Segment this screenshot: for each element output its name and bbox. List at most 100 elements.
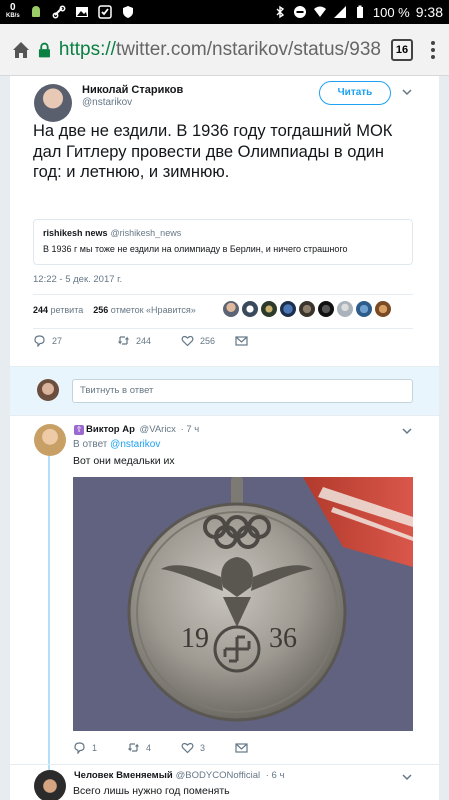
- retweet-count: 244: [136, 335, 152, 346]
- avatar[interactable]: [261, 301, 277, 317]
- clock: 9:38: [415, 4, 443, 20]
- next-author-handle[interactable]: @BODYCONofficial: [176, 770, 260, 781]
- author-name[interactable]: Николай Стариков: [82, 84, 183, 96]
- reply-author: ☦ Виктор Ар @VAricx · 7 ч: [74, 424, 199, 435]
- browser-toolbar: https://twitter.com/nstarikov/status/938…: [0, 24, 449, 76]
- retweet-stat[interactable]: 244 ретвита: [33, 305, 83, 315]
- avatar[interactable]: [356, 301, 372, 317]
- avatar[interactable]: [34, 770, 66, 800]
- status-bar: 0 KB/s 100 % 9:38: [0, 0, 449, 24]
- reply-count: 1: [92, 742, 98, 753]
- likers-avatars: [223, 301, 391, 317]
- tab-switcher-button[interactable]: 16: [391, 38, 413, 61]
- chevron-down-icon[interactable]: [402, 87, 412, 97]
- retweet-stat-count: 244: [33, 305, 49, 315]
- dnd-icon: [293, 6, 306, 18]
- avatar[interactable]: [375, 301, 391, 317]
- quoted-author: rishikesh news @rishikesh_news: [43, 228, 181, 238]
- like-count: 256: [200, 335, 216, 346]
- likes-stat[interactable]: 256 отметок «Нравится»: [93, 305, 196, 315]
- reply-tweet: ☦ Виктор Ар @VAricx · 7 ч В ответ @nstari…: [10, 416, 439, 764]
- reply-button[interactable]: 27: [33, 334, 87, 347]
- lock-icon: [38, 42, 50, 57]
- reply-to-link[interactable]: @nstarikov: [110, 439, 160, 450]
- network-speed-unit: KB/s: [6, 13, 20, 19]
- quoted-tweet[interactable]: rishikesh news @rishikesh_news В 1936 г м…: [33, 219, 413, 265]
- bluetooth-icon: [276, 5, 284, 19]
- retweet-button[interactable]: 4: [127, 741, 181, 754]
- retweet-icon: [128, 743, 139, 752]
- avatar[interactable]: [223, 301, 239, 317]
- chevron-down-icon[interactable]: [402, 426, 412, 436]
- next-author-name[interactable]: Человек Вменяемый: [74, 770, 173, 781]
- retweet-count: 4: [146, 742, 152, 753]
- battery-icon: [356, 5, 363, 18]
- follow-button[interactable]: Читать: [319, 81, 391, 105]
- medal-photo[interactable]: 19 36: [73, 477, 413, 731]
- tweet-actions: 27 244 256: [33, 334, 255, 347]
- screen: { "status_bar": { "speed_value": "0", "s…: [0, 0, 449, 800]
- main-tweet: Николай Стариков @nstarikov Читать На дв…: [10, 76, 439, 366]
- link-icon: [52, 5, 66, 19]
- medal-image: 19 36: [73, 477, 413, 731]
- quoted-author-handle: @rishikesh_news: [110, 228, 182, 238]
- url-scheme: https://: [58, 38, 116, 60]
- retweet-stat-label: ретвита: [50, 305, 84, 315]
- avatar[interactable]: [318, 301, 334, 317]
- reply-text: Вот они медальки их: [73, 455, 175, 467]
- address-bar[interactable]: https://twitter.com/nstarikov/status/938: [38, 32, 381, 68]
- tweet-text: На две не ездили. В 1936 году тогдашний …: [33, 122, 393, 181]
- home-icon[interactable]: [10, 39, 32, 61]
- message-button[interactable]: [235, 741, 255, 754]
- likes-stat-count: 256: [93, 305, 109, 315]
- vpn-key-icon: [97, 5, 112, 19]
- like-button[interactable]: 3: [181, 741, 235, 754]
- message-button[interactable]: [235, 334, 255, 347]
- retweet-icon: [118, 336, 129, 345]
- reply-input[interactable]: Твитнуть в ответ: [72, 379, 413, 403]
- tweet-timestamp[interactable]: 12:22 - 5 дек. 2017 г.: [33, 274, 122, 285]
- next-tweet: Человек Вменяемый @BODYCONofficial · 6 ч …: [10, 765, 439, 800]
- avatar[interactable]: [337, 301, 353, 317]
- image-icon: [75, 7, 88, 17]
- divider: [33, 328, 413, 329]
- reply-to-line: В ответ @nstarikov: [73, 439, 160, 450]
- quoted-text: В 1936 г мы тоже не ездили на олимпиаду …: [43, 244, 348, 254]
- divider: [33, 294, 413, 295]
- cross-emoji-icon: ☦: [74, 425, 84, 435]
- avatar[interactable]: [242, 301, 258, 317]
- author-handle[interactable]: @nstarikov: [82, 97, 132, 108]
- network-speed: 0 KB/s: [6, 3, 20, 21]
- envelope-icon: [235, 743, 248, 753]
- reply-actions: 1 4 3: [73, 741, 255, 754]
- reply-icon: [74, 742, 85, 754]
- avatar[interactable]: [37, 379, 59, 401]
- reply-time[interactable]: · 7 ч: [181, 424, 200, 435]
- reply-author-handle[interactable]: @VAricx: [140, 424, 176, 435]
- reply-composer: Твитнуть в ответ: [10, 367, 439, 415]
- author-avatar[interactable]: [34, 84, 72, 122]
- avatar[interactable]: [299, 301, 315, 317]
- chevron-down-icon[interactable]: [402, 772, 412, 782]
- reply-author-name[interactable]: Виктор Ар: [86, 424, 135, 435]
- battery-level: 100 %: [372, 4, 410, 20]
- reply-to-prefix: В ответ: [73, 439, 108, 450]
- menu-icon[interactable]: [431, 40, 435, 59]
- next-time[interactable]: · 6 ч: [266, 770, 285, 781]
- avatar[interactable]: [34, 424, 66, 456]
- thread-line: [48, 454, 50, 764]
- envelope-icon: [235, 336, 248, 346]
- quoted-author-name: rishikesh news: [43, 228, 108, 238]
- next-author: Человек Вменяемый @BODYCONofficial · 6 ч: [74, 770, 284, 781]
- avatar[interactable]: [280, 301, 296, 317]
- android-icon: [31, 6, 40, 17]
- signal-icon: [333, 6, 346, 18]
- reply-button[interactable]: 1: [73, 741, 127, 754]
- reply-count: 27: [52, 335, 63, 346]
- retweet-button[interactable]: 244: [117, 334, 171, 347]
- like-button[interactable]: 256: [181, 334, 235, 347]
- medal-year-right: 36: [269, 623, 297, 654]
- likes-stat-label: отметок «Нравится»: [110, 305, 196, 315]
- reply-icon: [34, 335, 45, 347]
- like-count: 3: [200, 742, 206, 753]
